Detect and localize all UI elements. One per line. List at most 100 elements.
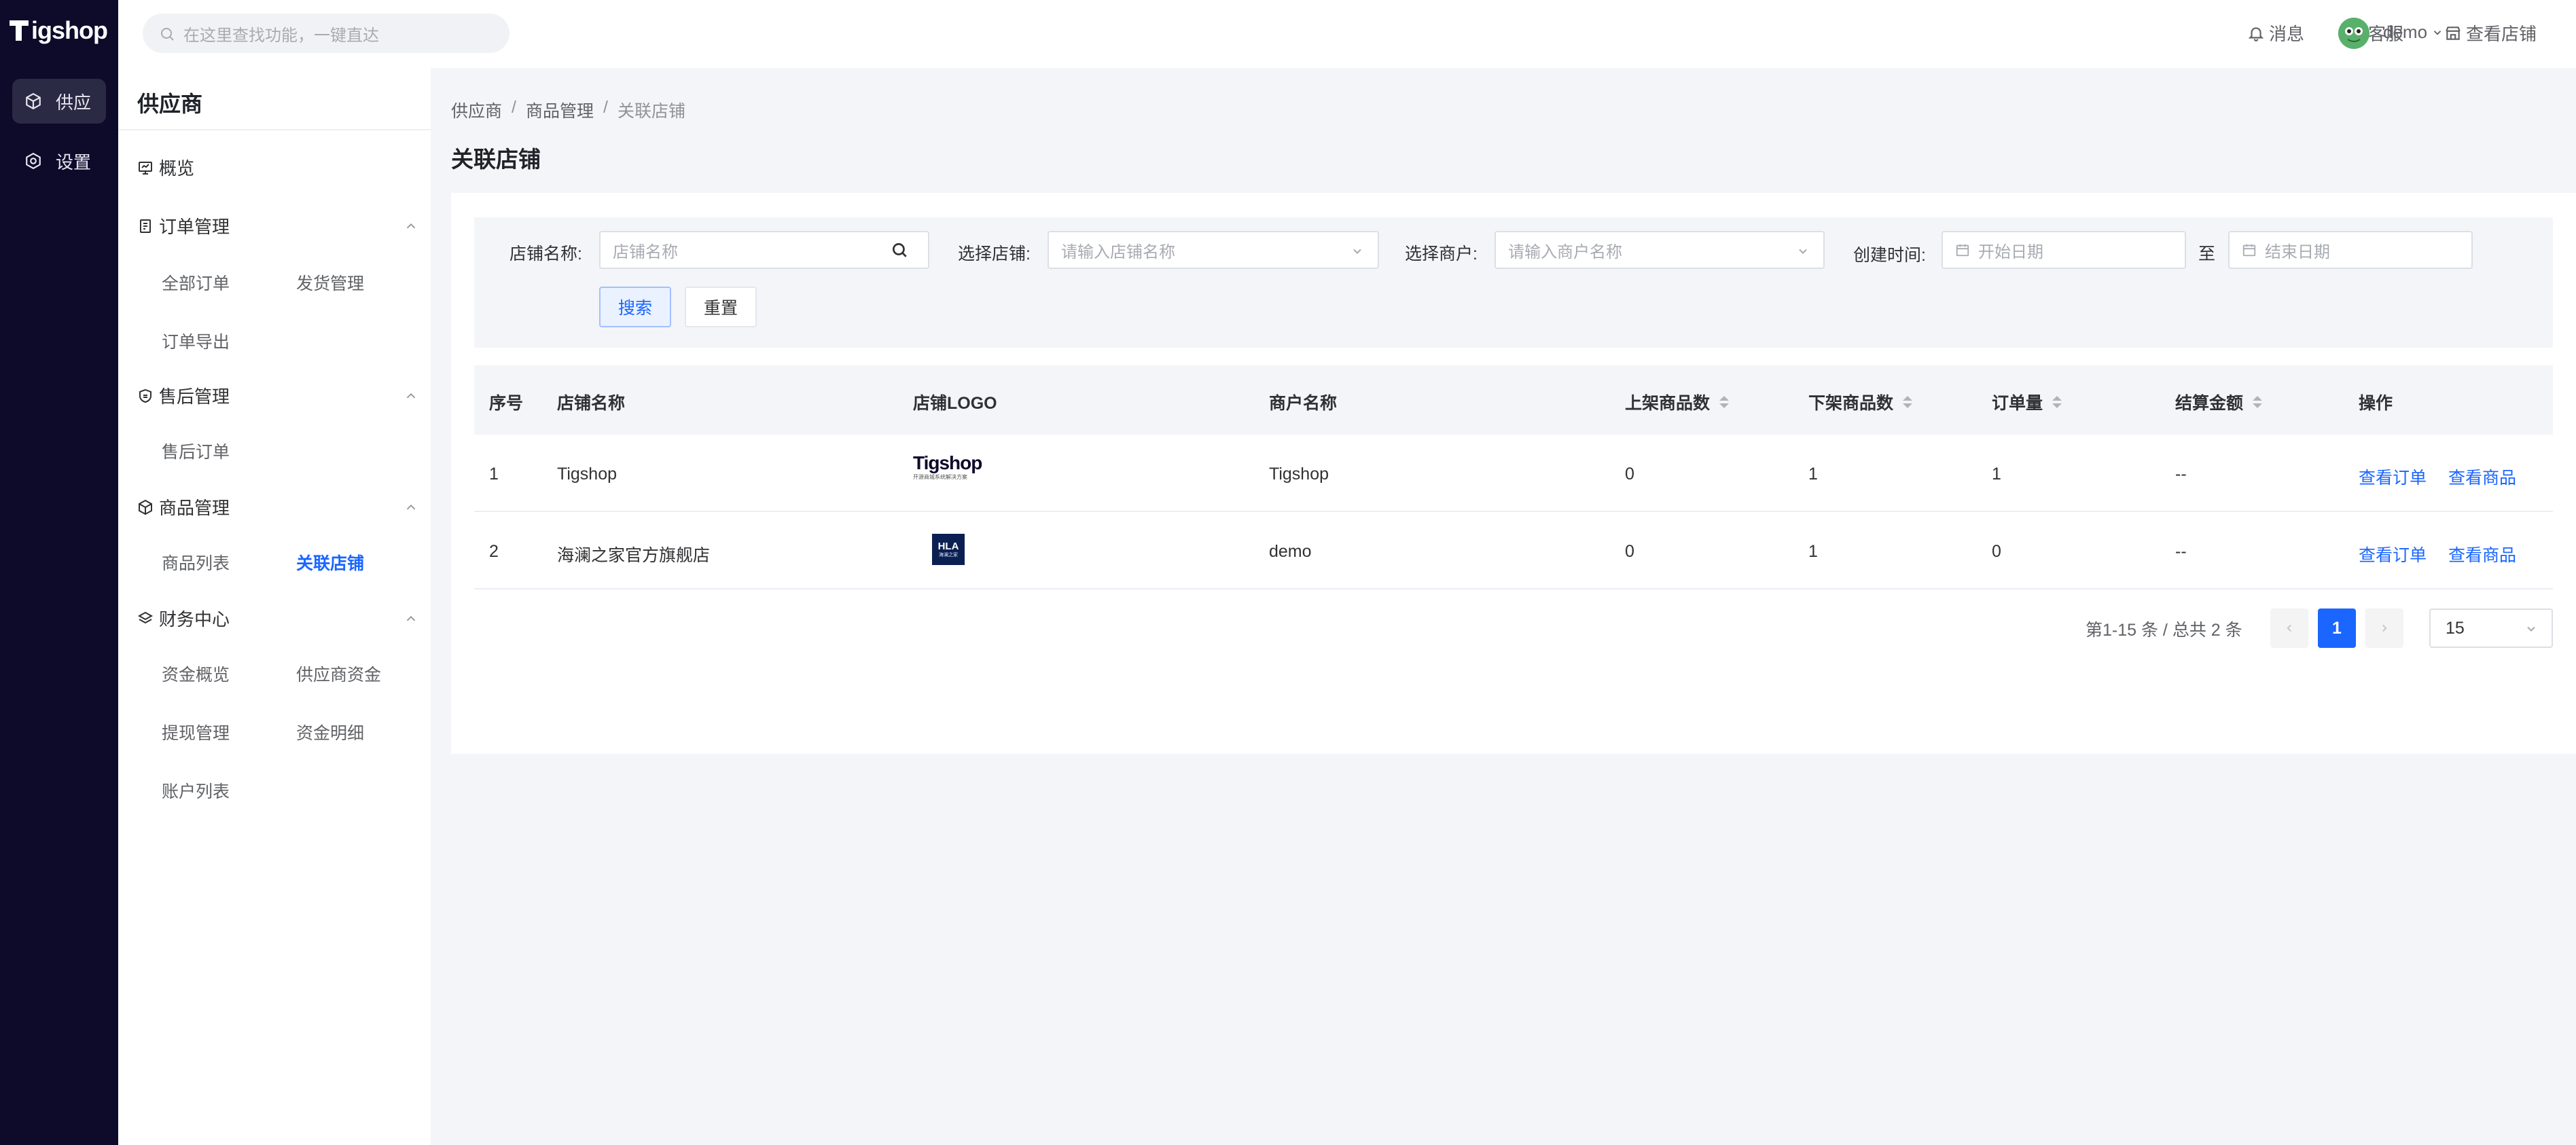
sidebar-group-orders[interactable]: 订单管理: [137, 213, 230, 238]
monitor-icon: [139, 161, 152, 175]
next-page-button[interactable]: [2365, 608, 2403, 648]
user-menu[interactable]: demo: [2383, 22, 2448, 43]
sidebar-group-label: 商品管理: [159, 498, 230, 518]
sidebar-item-linked-stores[interactable]: 关联店铺: [296, 550, 364, 575]
sidebar-group-finance[interactable]: 财务中心: [137, 606, 230, 631]
sidebar-item-withdraw[interactable]: 提现管理: [162, 720, 230, 744]
prev-page-button[interactable]: [2270, 608, 2308, 648]
sidebar-item-supplier-funds[interactable]: 供应商资金: [296, 661, 381, 686]
sidebar-item-shipping[interactable]: 发货管理: [296, 270, 364, 295]
rail-item-supply[interactable]: 供应: [12, 79, 106, 124]
page-button-current[interactable]: 1: [2318, 608, 2356, 648]
th-actions: 操作: [2359, 394, 2393, 413]
end-date-placeholder: 结束日期: [2265, 242, 2330, 261]
store-logo-subtext: 开源商城系统解决方案: [913, 474, 967, 480]
filter-panel: 店铺名称: 店铺名称 选择店铺: 请输入店铺名称 选择商户: 请输入商户名称 创…: [474, 217, 2553, 348]
select-merchant-label: 选择商户:: [1405, 244, 1478, 263]
user-avatar[interactable]: [2338, 18, 2369, 49]
end-date-input[interactable]: 结束日期: [2228, 231, 2473, 269]
chevron-left-icon: [2287, 624, 2291, 632]
breadcrumb-item[interactable]: 商品管理: [526, 98, 594, 122]
cell-merchant: demo: [1269, 542, 1312, 561]
th-label: 上架商品数: [1625, 394, 1711, 413]
settings-icon: [23, 151, 43, 171]
rail-item-label: 供应: [56, 92, 92, 113]
finance-icon: [137, 611, 154, 623]
reset-button[interactable]: 重置: [685, 287, 757, 327]
sort-icon[interactable]: [2052, 396, 2062, 408]
search-icon: [892, 242, 907, 257]
view-orders-link[interactable]: 查看订单: [2359, 542, 2427, 566]
rail-item-label: 设置: [56, 151, 92, 172]
sidebar-item-fund-overview[interactable]: 资金概览: [162, 661, 230, 686]
chevron-up-icon[interactable]: [404, 611, 418, 626]
sidebar-group-after-sale[interactable]: 售后管理: [137, 383, 230, 408]
module-sidebar: 供应商 概览 订单管理 全部订单 发货管理 订单导出 售后管理 售后订单 商品管…: [118, 68, 431, 1145]
store-logo-text: HLA: [937, 540, 959, 552]
logo-t-mark: [10, 19, 30, 42]
sidebar-item-all-orders[interactable]: 全部订单: [162, 270, 230, 295]
cell-settlement: --: [2175, 465, 2187, 484]
search-placeholder: 在这里查找功能，一键直达: [183, 26, 379, 45]
cell-index: 1: [489, 465, 499, 484]
sidebar-item-accounts[interactable]: 账户列表: [162, 778, 230, 803]
select-store-dropdown[interactable]: 请输入店铺名称: [1048, 231, 1379, 269]
breadcrumb-item[interactable]: 供应商: [451, 98, 502, 122]
search-icon: [159, 24, 175, 43]
sidebar-group-products[interactable]: 商品管理: [137, 494, 230, 520]
page-size-select[interactable]: 15: [2429, 608, 2553, 648]
content-card: 店铺名称: 店铺名称 选择店铺: 请输入店铺名称 选择商户: 请输入商户名称 创…: [451, 193, 2576, 754]
chevron-down-icon: [1799, 249, 1807, 254]
chevron-up-icon[interactable]: [404, 219, 418, 234]
view-store-button[interactable]: 查看店铺: [2444, 20, 2537, 46]
bell-icon: [2248, 26, 2264, 41]
rail-item-settings[interactable]: 设置: [12, 139, 106, 183]
view-products-link[interactable]: 查看商品: [2448, 465, 2516, 489]
chevron-up-icon[interactable]: [404, 388, 418, 403]
sort-icon[interactable]: [1719, 396, 1730, 408]
th-settlement[interactable]: 结算金额: [2175, 390, 2263, 414]
select-merchant-dropdown[interactable]: 请输入商户名称: [1495, 231, 1825, 269]
store-name-input[interactable]: 店铺名称: [599, 231, 872, 269]
sort-icon[interactable]: [2253, 396, 2263, 408]
sidebar-item-after-sale-orders[interactable]: 售后订单: [162, 439, 230, 463]
messages-button[interactable]: 消息: [2247, 20, 2304, 46]
page-title: 关联店铺: [451, 147, 541, 172]
pagination-total: 第1-15 条 / 总共 2 条: [2086, 621, 2242, 640]
sidebar-item-fund-detail[interactable]: 资金明细: [296, 720, 364, 744]
table-row: 2 海澜之家官方旗舰店 HLA 海澜之家 demo 0 1 0 -- 查看订单 …: [474, 512, 2553, 589]
sort-icon[interactable]: [1903, 396, 1913, 408]
store-logo-subtext: 海澜之家: [939, 552, 958, 558]
chevron-down-icon: [2527, 626, 2535, 632]
sidebar-group-label: 订单管理: [159, 217, 230, 237]
cell-off-shelf: 1: [1808, 542, 1818, 561]
select-merchant-placeholder: 请输入商户名称: [1508, 242, 1622, 261]
th-off-shelf[interactable]: 下架商品数: [1808, 390, 1913, 414]
search-button[interactable]: 搜索: [599, 287, 671, 327]
store-name-search-button[interactable]: [871, 231, 929, 269]
cell-on-shelf: 0: [1625, 465, 1634, 484]
breadcrumb-current: 关联店铺: [617, 102, 685, 121]
th-on-shelf[interactable]: 上架商品数: [1625, 390, 1730, 414]
select-store-placeholder: 请输入店铺名称: [1061, 242, 1175, 261]
sidebar-item-overview[interactable]: 概览: [137, 155, 194, 180]
th-label: 结算金额: [2175, 394, 2244, 413]
sidebar-group-label: 售后管理: [159, 386, 230, 407]
th-index: 序号: [489, 394, 524, 413]
start-date-input[interactable]: 开始日期: [1942, 231, 2186, 269]
sidebar-item-order-export[interactable]: 订单导出: [162, 329, 230, 353]
calendar-icon: [1956, 244, 1969, 257]
chevron-up-icon[interactable]: [404, 500, 418, 515]
view-products-link[interactable]: 查看商品: [2448, 542, 2516, 566]
table-row: 1 Tigshop Tigshop 开源商城系统解决方案 Tigshop 0 1…: [474, 435, 2553, 512]
cell-merchant: Tigshop: [1269, 465, 1329, 484]
sidebar-item-product-list[interactable]: 商品列表: [162, 550, 230, 575]
store-logo-hla: HLA 海澜之家: [932, 534, 965, 565]
store-name-label: 店铺名称:: [509, 244, 582, 263]
app-logo[interactable]: igshop: [10, 16, 108, 45]
th-orders[interactable]: 订单量: [1992, 390, 2062, 414]
breadcrumb-separator: /: [603, 98, 608, 117]
global-search-input[interactable]: 在这里查找功能，一键直达: [143, 14, 509, 53]
cell-store-name: 海澜之家官方旗舰店: [557, 546, 711, 565]
view-orders-link[interactable]: 查看订单: [2359, 465, 2427, 489]
